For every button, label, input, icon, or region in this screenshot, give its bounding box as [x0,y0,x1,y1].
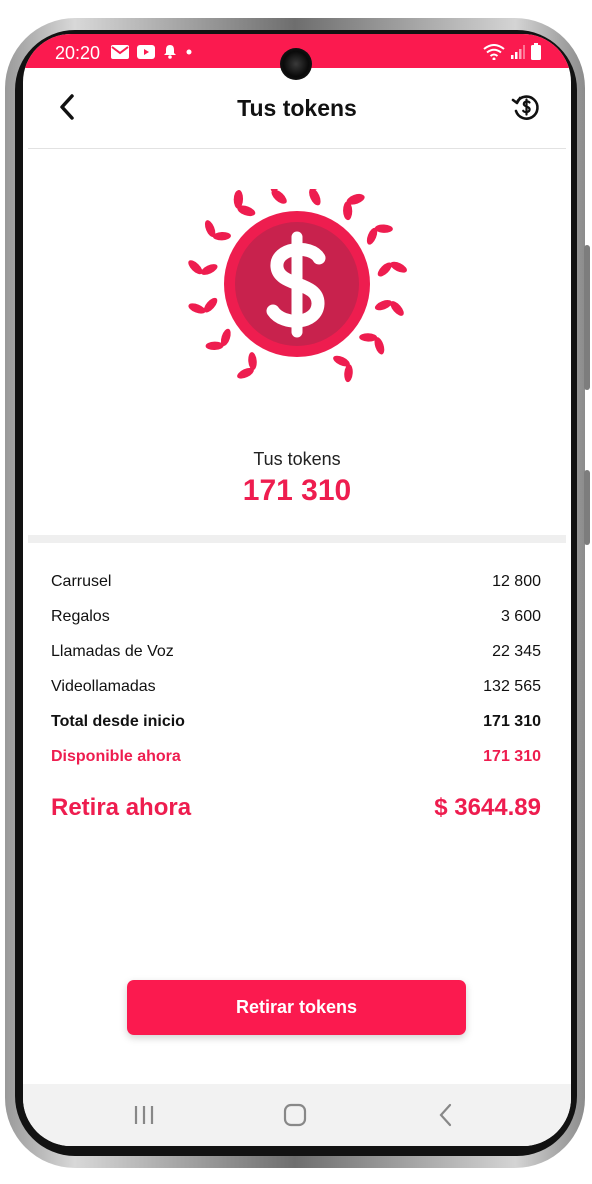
withdraw-amount: $ 3644.89 [434,794,541,821]
breakdown-row-total: Total desde inicio 171 310 [51,704,541,739]
laurel-leaf [344,364,353,383]
laurel-leaf [248,352,257,371]
breakdown-row-voice-calls: Llamadas de Voz 22 345 [51,634,541,669]
laurel-leaf [205,341,224,351]
home-icon [283,1103,307,1127]
mail-icon [111,44,129,59]
withdraw-summary: Retira ahora $ 3644.89 [51,794,541,822]
breakdown-row-available: Disponible ahora 171 310 [51,739,541,774]
front-camera [280,48,312,80]
tokens-label: Tus tokens [253,449,341,469]
recent-apps-button[interactable] [129,1100,159,1130]
row-value: 171 310 [483,713,541,730]
laurel-leaf [212,231,231,241]
laurel-leaf [390,261,407,273]
breakdown-row-video-calls: Videollamadas 132 565 [51,669,541,704]
nav-back-button[interactable] [431,1100,461,1130]
recent-apps-icon [134,1106,154,1124]
app-bar: Tus tokens [23,68,571,148]
youtube-icon [137,44,155,59]
system-nav-bar [23,1084,571,1146]
power-button [584,245,590,390]
history-button[interactable] [511,92,541,122]
laurel-leaf [188,303,206,314]
battery-icon [531,43,541,60]
withdraw-label: Retira ahora [51,794,192,821]
laurel-leaf [233,190,243,209]
laurel-leaf [374,300,392,311]
laurel-leaf [200,264,218,275]
row-value: 132 565 [483,678,541,695]
token-emblem [183,174,411,399]
laurel-leaf [359,333,378,342]
dollar-laurel-icon [188,174,407,383]
section-divider [28,535,566,543]
dollar-history-icon [511,95,539,120]
back-icon [439,1103,452,1127]
page-title: Tus tokens [237,95,357,121]
breakdown-row-regalos: Regalos 3 600 [51,599,541,634]
row-label: Videollamadas [51,678,156,695]
home-button[interactable] [280,1100,310,1130]
breakdown-row-carrusel: Carrusel 12 800 [51,564,541,599]
wifi-icon [483,43,505,60]
row-value: 171 310 [483,748,541,765]
row-value: 22 345 [492,643,541,660]
screen: 20:20 Tus tokens Tus tokens 171 310 Carr… [23,34,571,1146]
signal-icon [511,44,525,59]
row-label: Regalos [51,608,110,625]
token-breakdown: Carrusel 12 800 Regalos 3 600 Llamadas d… [51,564,541,774]
header-divider [28,148,566,149]
withdraw-tokens-button[interactable]: Retirar tokens [127,980,466,1035]
row-label: Disponible ahora [51,748,181,765]
row-value: 12 800 [492,573,541,590]
row-label: Llamadas de Voz [51,643,174,660]
row-value: 3 600 [500,608,541,625]
bell-icon [164,45,176,59]
dot-icon [186,49,192,54]
row-label: Total desde inicio [51,713,185,730]
row-label: Carrusel [51,573,112,590]
tokens-total: 171 310 [242,474,352,507]
status-time: 20:20 [55,43,101,63]
laurel-leaf [374,224,393,233]
volume-button [584,470,590,545]
